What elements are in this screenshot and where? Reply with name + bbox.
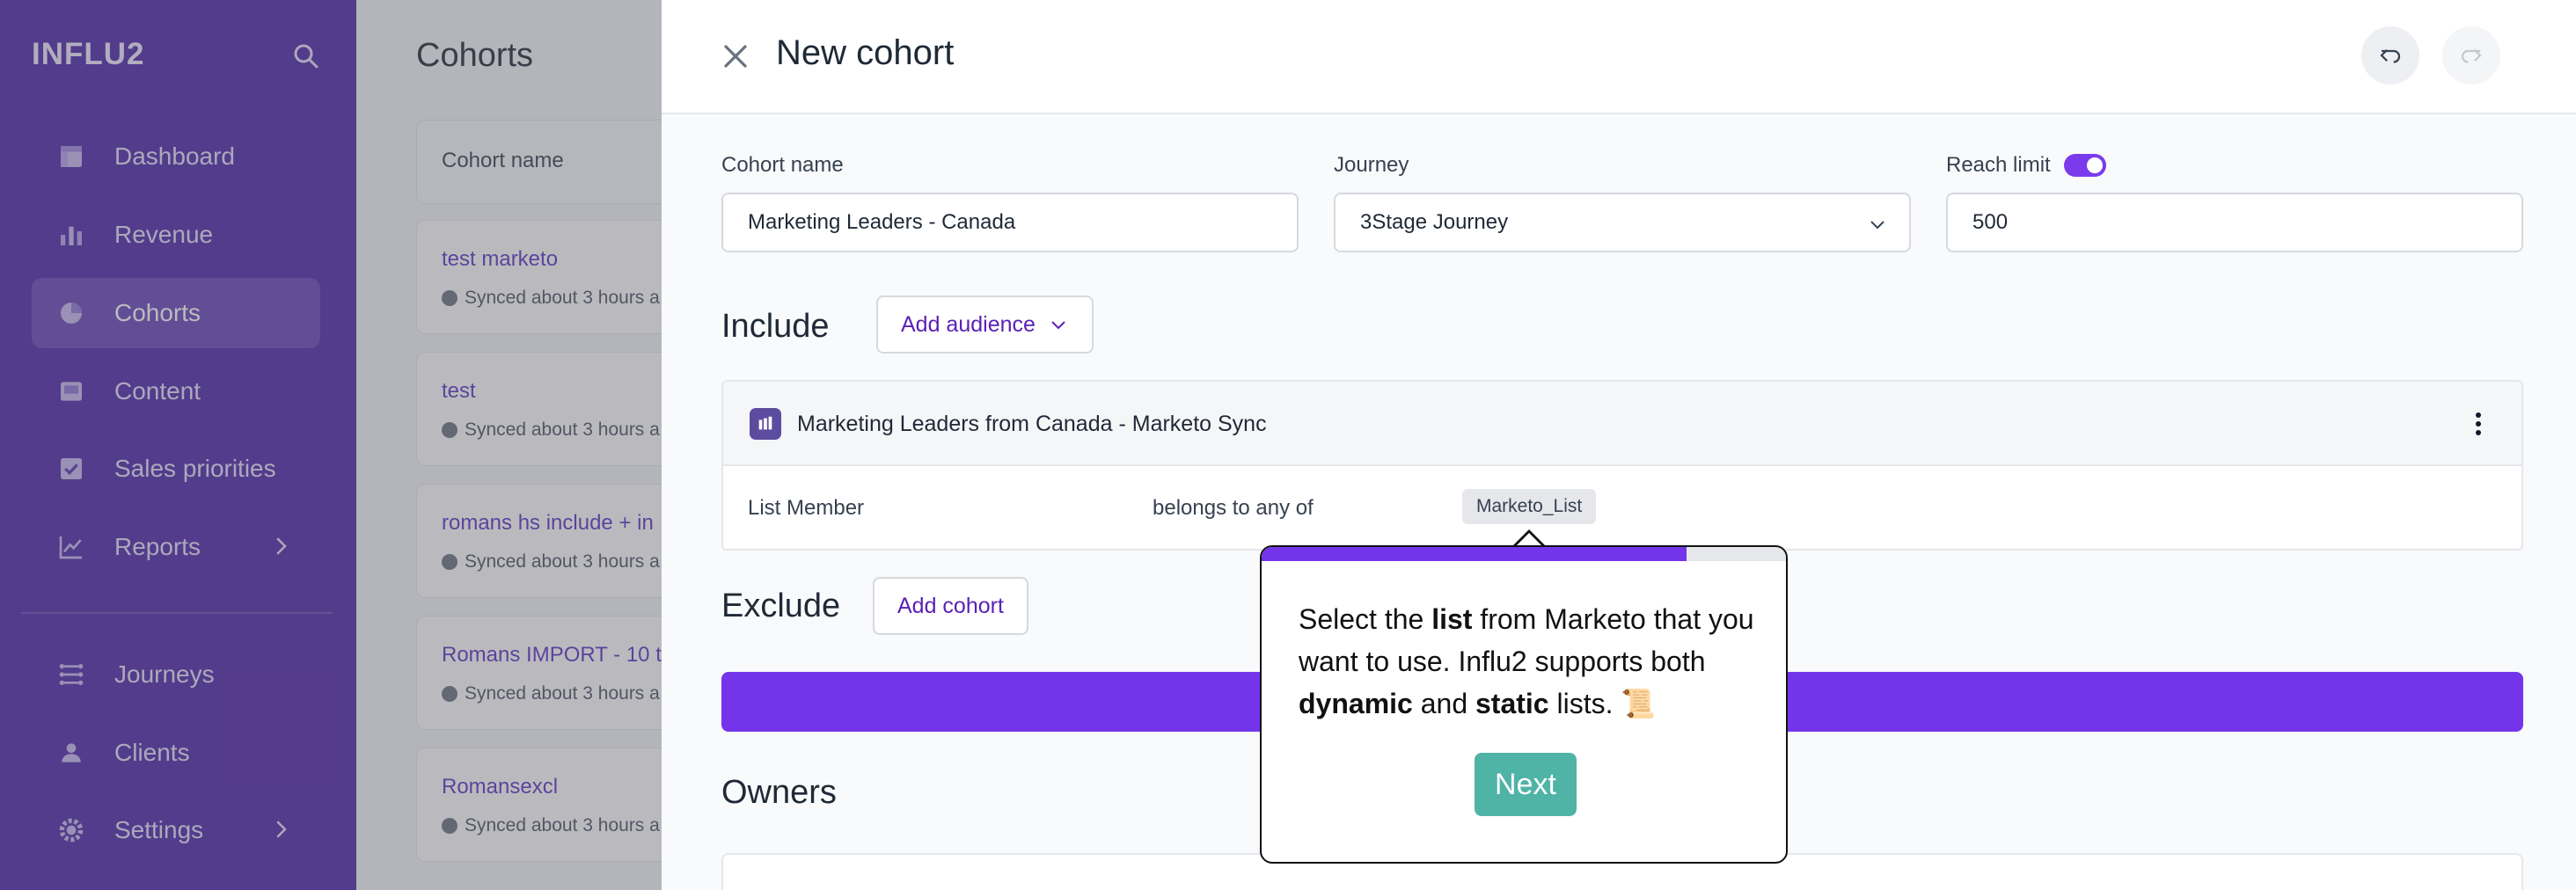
journey-select-value: 3Stage Journey (1360, 210, 1509, 234)
marketo-logo-icon (750, 408, 781, 440)
audience-name: Marketing Leaders from Canada - Marketo … (797, 412, 1267, 436)
next-button[interactable]: Next (1475, 753, 1577, 816)
journey-select[interactable]: 3Stage Journey (1334, 193, 1911, 252)
panel-title: New cohort (776, 33, 955, 72)
cohort-name-label: Cohort name (721, 153, 844, 177)
tour-progress-fill (1262, 547, 1687, 561)
redo-button[interactable] (2442, 26, 2500, 84)
reach-limit-input[interactable]: 500 (1946, 193, 2523, 252)
app-root: INFLU2 Dashboard Revenue Cohorts Content… (0, 0, 2576, 890)
undo-icon (2380, 48, 2401, 63)
chevron-down-icon (1051, 321, 1065, 330)
redo-icon (2461, 48, 2482, 63)
audience-card-header: Marketing Leaders from Canada - Marketo … (723, 382, 2521, 466)
reach-limit-toggle[interactable] (2064, 154, 2106, 177)
add-audience-label: Add audience (901, 311, 1036, 337)
tour-tooltip: Select the list from Marketo that you wa… (1260, 545, 1788, 864)
condition-field: List Member (748, 496, 865, 520)
tour-message: Select the list from Marketo that you wa… (1299, 603, 1754, 719)
reach-limit-label: Reach limit (1946, 153, 2051, 177)
owners-heading: Owners (721, 774, 837, 811)
chevron-down-icon (1870, 221, 1884, 230)
journey-label: Journey (1334, 153, 1409, 177)
more-options-icon[interactable] (2474, 408, 2483, 440)
exclude-heading: Exclude (721, 587, 841, 624)
condition-operator: belongs to any of (1153, 496, 1314, 520)
cohort-name-input[interactable]: Marketing Leaders - Canada (721, 193, 1299, 252)
audience-card: Marketing Leaders from Canada - Marketo … (721, 380, 2523, 551)
close-icon[interactable] (716, 37, 755, 76)
add-cohort-label: Add cohort (897, 593, 1004, 618)
panel-header: New cohort (662, 0, 2576, 114)
undo-button[interactable] (2361, 26, 2419, 84)
condition-value-chip[interactable]: Marketo_List (1462, 489, 1597, 524)
add-cohort-button[interactable]: Add cohort (873, 577, 1028, 635)
include-heading: Include (721, 308, 830, 345)
tour-progress-track (1262, 547, 1786, 561)
add-audience-button[interactable]: Add audience (876, 295, 1094, 354)
